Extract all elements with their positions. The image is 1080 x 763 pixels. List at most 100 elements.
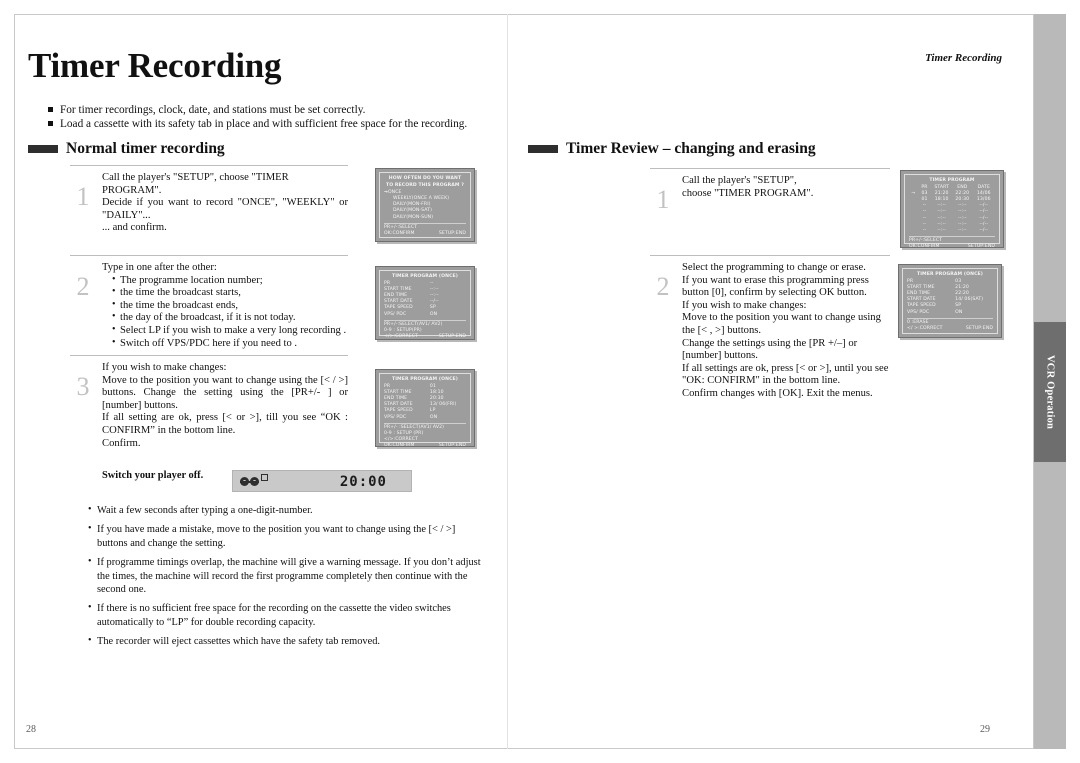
step-line: If all setting are ok, press [< or >], t… bbox=[102, 412, 348, 436]
osd-footer: PR+/-:SELECT(AV1/ AV2) 0-9 : SETUP(PR) <… bbox=[384, 319, 466, 340]
osd-footer: 0 :ERASE </ >:CORRECT SETUP:END bbox=[907, 317, 993, 332]
osd-title: TIMER PROGRAM (ONCE) bbox=[392, 274, 458, 279]
list-item: Wait a few seconds after typing a one-di… bbox=[88, 503, 488, 517]
list-item: If programme timings overlap, the machin… bbox=[88, 555, 488, 596]
step-line: Select the programming to change or eras… bbox=[682, 262, 866, 273]
osd-cell-date: --/-- bbox=[979, 227, 989, 233]
step-body: Select the programming to change or eras… bbox=[682, 256, 890, 401]
step-number: 1 bbox=[656, 185, 670, 214]
step-number: 2 bbox=[656, 272, 670, 301]
osd-row-value: ON bbox=[955, 309, 963, 315]
step-body: If you wish to make changes: Move to the… bbox=[102, 356, 348, 450]
tape-bar-icon bbox=[240, 481, 259, 483]
switch-player-off-label: Switch your player off. bbox=[102, 470, 204, 481]
step-body: Call the player's "SETUP", choose "TIMER… bbox=[682, 169, 890, 200]
osd-row-value: ON bbox=[429, 311, 438, 317]
osd-row-marker-icon bbox=[909, 228, 918, 234]
osd-timer-program-list-panel: TIMER PROGRAM PR START END DATE → 03 21:… bbox=[900, 170, 1004, 249]
step-body: Call the player's "SETUP", choose "TIMER… bbox=[102, 166, 348, 235]
step-line: If all settings are ok, press [< or >], … bbox=[682, 362, 889, 387]
section-heading-normal-timer: Normal timer recording bbox=[28, 140, 225, 158]
intro-bullet-text: Load a cassette with its safety tab in p… bbox=[60, 118, 468, 130]
step-line: Confirm. bbox=[102, 437, 141, 449]
osd-timer-program-empty-panel: TIMER PROGRAM (ONCE) PR -- START TIME --:-… bbox=[375, 266, 475, 340]
osd-footer-end: SETUP:END bbox=[967, 243, 995, 249]
osd-cell-start: --:-- bbox=[937, 227, 946, 233]
step-line: Call the player's "SETUP", bbox=[682, 175, 797, 186]
step-right-1: 1 Call the player's "SETUP", choose "TIM… bbox=[650, 168, 890, 214]
running-head: Timer Recording bbox=[925, 52, 1002, 64]
section-heading-text: Normal timer recording bbox=[66, 140, 225, 157]
display-clock: 20:00 bbox=[339, 474, 387, 490]
osd-footer-end: SETUP:END bbox=[438, 333, 466, 339]
osd-footer-confirm: OK:CONFIRM bbox=[909, 243, 940, 249]
intro-bullet: Load a cassette with its safety tab in p… bbox=[48, 117, 488, 131]
step-line: Move to the position you want to change … bbox=[102, 374, 348, 411]
osd-screen: TIMER PROGRAM (ONCE) PR -- START TIME --:-… bbox=[379, 270, 471, 339]
step-left-3: 3 If you wish to make changes: Move to t… bbox=[70, 355, 348, 450]
osd-footer-end: SETUP:END bbox=[965, 325, 993, 331]
osd-title: TIMER PROGRAM (ONCE) bbox=[392, 377, 458, 382]
vcr-front-display: 20:00 bbox=[232, 470, 412, 492]
step-line: Move to the position you want to change … bbox=[682, 312, 881, 336]
osd-cell-end: --:-- bbox=[957, 227, 967, 233]
step-line: choose "TIMER PROGRAM". bbox=[682, 187, 814, 199]
manual-page-spread: VCR Operation Timer Recording Timer Reco… bbox=[0, 0, 1080, 763]
step-line: Call the player's "SETUP", choose "TIMER… bbox=[102, 172, 289, 196]
osd-table-row: -- --:-- --:-- --/-- bbox=[909, 228, 995, 234]
step-bullet-list: The programme location number; the time … bbox=[102, 274, 348, 351]
section-heading-text: Timer Review – changing and erasing bbox=[566, 140, 816, 157]
step-right-2: 2 Select the programming to change or er… bbox=[650, 255, 890, 401]
page-number-right: 29 bbox=[980, 724, 990, 735]
step-line: ... and confirm. bbox=[102, 222, 167, 234]
list-item: the day of the broadcast, if it is not t… bbox=[112, 311, 348, 325]
osd-footer: PR+/-:SELECT OK:CONFIRM SETUP:END bbox=[909, 235, 995, 250]
list-item: The programme location number; bbox=[112, 274, 348, 288]
square-bullet-icon bbox=[48, 121, 53, 126]
osd-footer: PR+/- :SELECT(AV1/ AV2) 0-9 : SETUP (PR)… bbox=[384, 422, 466, 449]
step-line: Confirm changes with [OK]. Exit the menu… bbox=[682, 387, 873, 399]
timer-indicator-icon bbox=[261, 474, 268, 481]
osd-row-label: VPS/ PDC bbox=[907, 309, 930, 315]
osd-title-line1: HOW OFTEN DO YOU WANT bbox=[388, 176, 462, 181]
osd-row: VPS/ PDC ON bbox=[384, 415, 466, 421]
step-line: Type in one after the other: bbox=[102, 262, 217, 273]
page-number-left: 28 bbox=[26, 724, 36, 735]
step-line: If you want to erase this programming pr… bbox=[682, 274, 869, 286]
step-line: button [0], confirm by selecting OK butt… bbox=[682, 287, 867, 299]
osd-row: VPS/ PDC ON bbox=[384, 312, 466, 318]
osd-row: VPS/ PDC ON bbox=[907, 310, 993, 316]
heading-bar-icon bbox=[528, 145, 558, 153]
osd-screen: TIMER PROGRAM (ONCE) PR 01 START TIME 18:1… bbox=[379, 373, 471, 448]
osd-screen: TIMER PROGRAM (ONCE) PR 03 START TIME 21:2… bbox=[902, 268, 998, 334]
osd-screen: TIMER PROGRAM PR START END DATE → 03 21:… bbox=[904, 174, 1000, 249]
list-item: the time the broadcast ends, bbox=[112, 299, 348, 313]
osd-row-label: VPS/ PDC bbox=[384, 311, 407, 317]
osd-timer-program-selected-panel: TIMER PROGRAM (ONCE) PR 03 START TIME 21:2… bbox=[898, 264, 1002, 338]
step-line: If you wish to make changes: bbox=[102, 362, 227, 373]
osd-how-often-panel: HOW OFTEN DO YOU WANT TO RECORD THIS PRO… bbox=[375, 168, 475, 242]
step-line: Decide if you want to record "ONCE", "WE… bbox=[102, 197, 348, 221]
list-item: the time the broadcast starts, bbox=[112, 286, 348, 300]
osd-footer-end: SETUP:END bbox=[438, 230, 466, 236]
osd-footer-correct: </ >:CORRECT bbox=[907, 325, 943, 331]
osd-footer: PR+/-:SELECT OK:CONFIRM SETUP:END bbox=[384, 222, 466, 237]
osd-title: TIMER PROGRAM bbox=[929, 178, 975, 183]
step-number: 3 bbox=[76, 372, 90, 401]
osd-row-label: VPS/ PDC bbox=[384, 414, 407, 420]
list-item: If there is no sufficient free space for… bbox=[88, 601, 488, 629]
osd-row-value: ON bbox=[429, 414, 438, 420]
list-item: The recorder will eject cassettes which … bbox=[88, 634, 488, 648]
step-left-2: 2 Type in one after the other: The progr… bbox=[70, 255, 348, 350]
osd-title-line2: TO RECORD THIS PROGRAM ? bbox=[385, 183, 465, 189]
step-line: Change the settings using the [PR +/–] o… bbox=[682, 337, 858, 362]
osd-timer-program-filled-panel: TIMER PROGRAM (ONCE) PR 01 START TIME 18:1… bbox=[375, 369, 475, 448]
heading-bar-icon bbox=[28, 145, 58, 153]
osd-cell-pr: -- bbox=[922, 227, 927, 233]
side-tab-label: VCR Operation bbox=[1034, 322, 1066, 462]
osd-footer-confirm: OK:CONFIRM bbox=[384, 442, 415, 448]
list-item: Switch off VPS/PDC here if you need to . bbox=[112, 337, 348, 351]
osd-footer-correct: </>:CORRECT bbox=[384, 333, 419, 339]
step-number: 2 bbox=[76, 272, 90, 301]
intro-bullet-text: For timer recordings, clock, date, and s… bbox=[60, 104, 366, 116]
